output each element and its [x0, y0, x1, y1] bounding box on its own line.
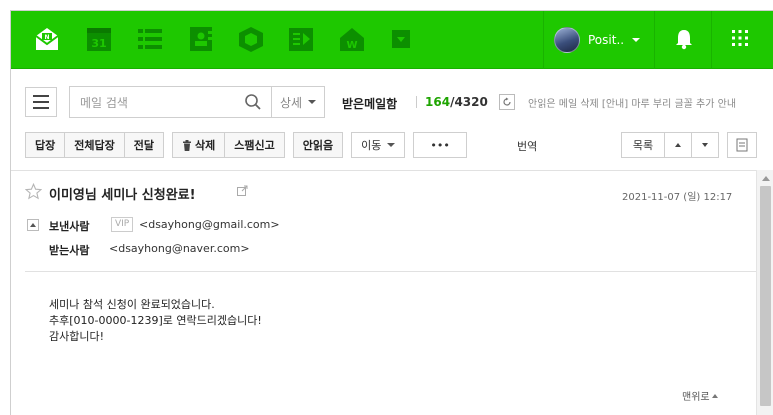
reply-button[interactable]: 답장 [25, 132, 66, 158]
previous-mail-button[interactable] [664, 132, 692, 158]
svg-text:W: W [346, 40, 357, 51]
calendar-icon[interactable]: 31 [85, 25, 113, 53]
search-box [69, 86, 272, 118]
print-button[interactable] [727, 132, 757, 158]
body-line: 추후[010-0000-1239]로 연락드리겠습니다! [49, 314, 262, 327]
scroll-to-top-label: 맨위로 [682, 392, 710, 403]
spam-report-button[interactable]: 스팸신고 [224, 132, 285, 158]
mail-body: 세미나 참석 신청이 완료되었습니다. 추후[010-0000-1239]로 연… [49, 297, 262, 345]
svg-text:N: N [44, 34, 49, 41]
body-line: 감사합니다! [49, 330, 105, 343]
chevron-up-icon [711, 393, 718, 398]
mail-date: 2021-11-07 (일) 12:17 [622, 192, 733, 203]
divider [416, 96, 417, 108]
search-input[interactable] [80, 94, 240, 112]
scroll-to-top-link[interactable]: 맨위로 [682, 388, 718, 403]
mailbox-title[interactable]: 받은메일함 [342, 95, 397, 112]
detail-search-label: 상세 [279, 95, 303, 110]
memo-icon[interactable] [287, 25, 315, 53]
mark-unread-button[interactable]: 안읽음 [292, 132, 344, 158]
detail-search-button[interactable]: 상세 [271, 86, 325, 118]
body-line: 세미나 참석 신청이 완료되었습니다. [49, 298, 215, 311]
delete-label: 삭제 [194, 139, 216, 152]
divider [25, 271, 756, 272]
divider [654, 11, 655, 69]
bell-icon[interactable] [674, 28, 694, 53]
home-icon[interactable]: W [338, 25, 366, 53]
vip-badge[interactable]: VIP [111, 217, 134, 232]
svg-text:31: 31 [91, 37, 106, 50]
recipient-label: 받는사람 [49, 244, 90, 257]
chevron-down-icon [387, 143, 396, 147]
divider [11, 170, 756, 171]
translate-button[interactable]: 번역 [517, 138, 537, 154]
chevron-up-icon [675, 143, 681, 147]
chevron-up-icon [30, 223, 36, 227]
unread-count: 164 [425, 95, 451, 109]
mail-count[interactable]: 164/4320 [425, 95, 488, 109]
next-mail-button[interactable] [691, 132, 719, 158]
profile-name: Posit.. [588, 33, 625, 47]
delete-button[interactable]: 삭제 [171, 132, 226, 158]
move-button[interactable]: 이동 [351, 132, 406, 158]
trash-icon [182, 139, 191, 151]
total-count: 4320 [454, 95, 488, 109]
star-icon[interactable] [24, 182, 43, 203]
chevron-down-icon [308, 100, 317, 104]
more-button[interactable]: ••• [413, 132, 467, 158]
collapse-recipients-button[interactable] [27, 219, 39, 231]
refresh-icon[interactable] [499, 94, 515, 110]
profile-menu[interactable]: Posit.. [554, 25, 641, 55]
app-grid-icon[interactable] [731, 29, 749, 50]
mail-icon[interactable]: N [33, 25, 61, 53]
chevron-down-icon [632, 38, 641, 42]
open-in-new-window-icon[interactable] [237, 185, 248, 199]
reply-all-button[interactable]: 전체답장 [64, 132, 125, 158]
more-apps-icon[interactable] [387, 25, 415, 53]
top-app-bar: N 31 W Posit.. [11, 11, 773, 69]
print-icon [736, 138, 748, 152]
mail-toolbar: 답장 전체답장 전달 삭제 스팸신고 안읽음 이동 ••• [25, 132, 467, 158]
scrollbar-thumb[interactable] [760, 186, 771, 406]
list-button[interactable]: 목록 [621, 132, 665, 158]
mail-subject: 이미영님 세미나 신청완료! [49, 188, 196, 203]
contacts-list-icon[interactable] [136, 25, 164, 53]
divider [543, 11, 544, 69]
search-icon[interactable] [244, 93, 262, 114]
avatar [554, 27, 580, 53]
divider [711, 11, 712, 69]
scroll-up-arrow[interactable] [762, 176, 770, 181]
recipient-email[interactable]: <dsayhong@naver.com> [109, 242, 250, 255]
sender-label: 보낸사람 [49, 220, 90, 233]
vertical-scrollbar[interactable] [756, 170, 773, 415]
address-book-icon[interactable] [187, 25, 215, 53]
mail-window: N 31 W Posit.. 메일 검색 상세 받은메일함 164/4320 안… [10, 10, 773, 415]
forward-button[interactable]: 전달 [123, 132, 164, 158]
hamburger-icon [33, 95, 49, 97]
hamburger-menu-button[interactable] [25, 87, 57, 117]
chevron-down-icon [702, 143, 708, 147]
inbox-notice[interactable]: 안읽은 메일 삭제 [안내] 마루 부리 글꼴 추가 안내 [528, 95, 736, 110]
sender-email[interactable]: <dsayhong@gmail.com> [139, 218, 280, 231]
box-icon[interactable] [237, 25, 265, 53]
move-label: 이동 [361, 139, 382, 152]
